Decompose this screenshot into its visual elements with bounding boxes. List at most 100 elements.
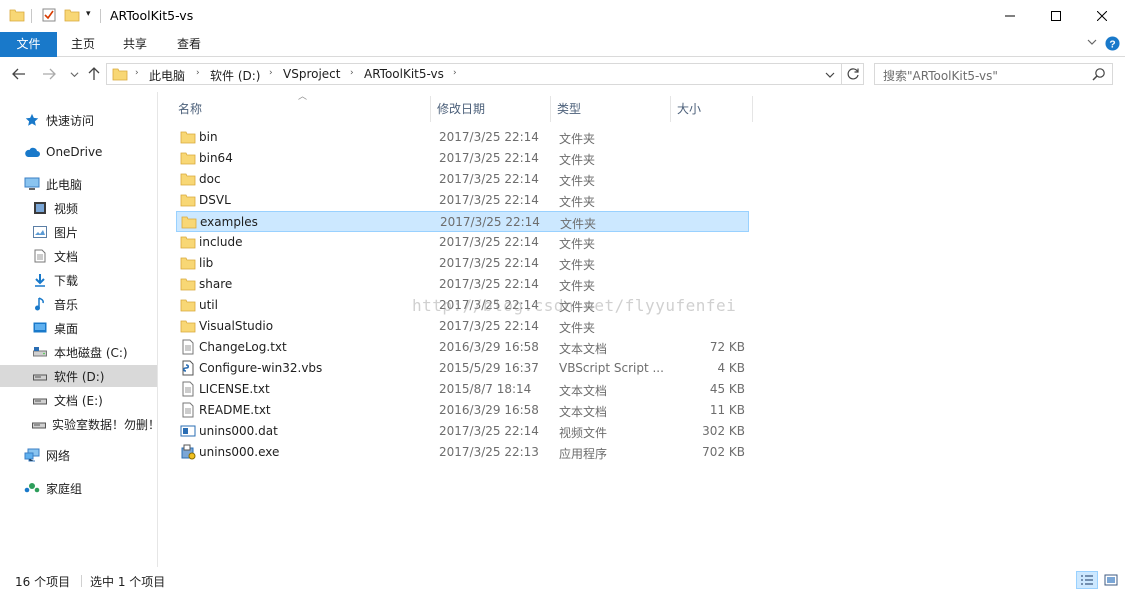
star-icon [24,112,40,128]
expand-ribbon-icon[interactable] [1087,37,1097,50]
file-row[interactable]: ChangeLog.txt 2016/3/29 16:58 文本文档 72 KB [176,337,749,358]
drive-icon [32,392,48,408]
up-button[interactable] [86,66,102,82]
file-row[interactable]: DSVL 2017/3/25 22:14 文件夹 [176,190,749,211]
file-date: 2017/3/25 22:14 [439,130,539,144]
text-file-icon [180,402,196,418]
refresh-button[interactable] [846,67,860,84]
folder-icon [180,297,196,313]
breadcrumb-chevron-icon[interactable]: › [196,68,200,78]
maximize-button[interactable] [1033,0,1079,32]
breadcrumb-chevron-icon[interactable]: › [350,68,354,78]
nav-desktop[interactable]: 桌面 [0,317,157,339]
details-view-button[interactable] [1076,571,1098,589]
search-icon[interactable] [1092,67,1106,84]
tab-home[interactable]: 主页 [57,32,109,57]
nav-label: 桌面 [54,321,79,336]
document-icon [32,248,48,264]
large-icons-view-button[interactable] [1100,571,1122,589]
column-header-size[interactable]: 大小 [671,96,753,122]
nav-documents[interactable]: 文档 [0,245,157,267]
new-folder-icon[interactable] [64,7,80,26]
file-row[interactable]: doc 2017/3/25 22:14 文件夹 [176,169,749,190]
file-row[interactable]: unins000.exe 2017/3/25 22:13 应用程序 702 KB [176,442,749,463]
nav-drive-d[interactable]: 软件 (D:) [0,365,157,387]
nav-label: 视频 [54,201,79,216]
desktop-icon [32,320,48,336]
tab-view[interactable]: 查看 [161,32,217,57]
file-date: 2017/3/25 22:14 [439,256,539,270]
nav-downloads[interactable]: 下载 [0,269,157,291]
nav-lab-data-drive[interactable]: 实验室数据！勿删！ [0,413,160,435]
file-row[interactable]: lib 2017/3/25 22:14 文件夹 [176,253,749,274]
breadcrumb-chevron-icon[interactable]: › [453,68,457,78]
window-title: ARToolKit5-vs [110,8,194,23]
breadcrumb-chevron-icon[interactable]: › [269,68,273,78]
file-name: share [199,277,233,291]
column-header-date[interactable]: 修改日期 [431,96,551,122]
nav-onedrive[interactable]: OneDrive [0,141,157,163]
breadcrumb-artoolkit[interactable]: ARToolKit5-vs [364,67,444,81]
file-size: 45 KB [709,382,745,396]
file-name: examples [200,215,258,229]
file-name: README.txt [199,403,271,417]
forward-arrow-icon [43,68,56,80]
search-input[interactable]: 搜索"ARToolKit5-vs" [874,63,1113,85]
breadcrumb-drive-d[interactable]: 软件 (D:) [210,67,260,84]
file-row[interactable]: LICENSE.txt 2015/8/7 18:14 文本文档 45 KB [176,379,749,400]
file-row[interactable]: include 2017/3/25 22:14 文件夹 [176,232,749,253]
folder-icon [180,276,196,292]
nav-label: 图片 [54,225,79,240]
nav-network[interactable]: 网络 [0,444,157,466]
file-type: 文件夹 [559,279,596,293]
breadcrumb-chevron-icon[interactable]: › [135,68,139,78]
file-row[interactable]: bin64 2017/3/25 22:14 文件夹 [176,148,749,169]
customize-toolbar-icon[interactable]: ▾ [86,9,91,19]
forward-button[interactable] [41,66,57,82]
minimize-button[interactable] [987,0,1033,32]
close-button[interactable] [1079,0,1125,32]
file-type: 文本文档 [559,384,608,398]
file-row[interactable]: README.txt 2016/3/29 16:58 文本文档 11 KB [176,400,749,421]
nav-this-pc[interactable]: 此电脑 [0,173,157,195]
nav-videos[interactable]: 视频 [0,197,157,219]
maximize-icon [1051,11,1061,21]
navigation-pane: 快速访问 OneDrive 此电脑 视频 图片 文档 下载 音乐 桌面 本地磁盘… [0,92,160,567]
nav-quick-access[interactable]: 快速访问 [0,109,157,131]
tab-file[interactable]: 文件 [0,32,57,57]
breadcrumb-vsproject[interactable]: VSproject [283,67,340,81]
file-row[interactable]: Configure-win32.vbs 2015/5/29 16:37 VBScri… [176,358,749,379]
file-list: 名称 修改日期 类型 大小 bin 2017/3/25 22:14 文件夹 bin64… [172,92,1125,567]
file-date: 2017/3/25 22:14 [439,424,539,438]
recent-locations-button[interactable] [66,66,82,82]
file-name: DSVL [199,193,231,207]
nav-drive-c[interactable]: 本地磁盘 (C:) [0,341,157,363]
toolbar-separator [100,9,101,23]
address-history-dropdown[interactable] [825,69,835,83]
nav-pictures[interactable]: 图片 [0,221,157,243]
nav-homegroup[interactable]: 家庭组 [0,477,157,499]
file-type: VBScript Script ... [559,361,664,375]
file-row[interactable]: examples 2017/3/25 22:14 文件夹 [176,211,749,232]
file-row[interactable]: unins000.dat 2017/3/25 22:14 视频文件 302 KB [176,421,749,442]
nav-label: 下载 [54,273,79,288]
column-header-type[interactable]: 类型 [551,96,671,122]
file-row[interactable]: share 2017/3/25 22:14 文件夹 [176,274,749,295]
back-button[interactable] [11,66,27,82]
help-icon[interactable]: ? [1105,36,1120,54]
tab-share[interactable]: 共享 [109,32,161,57]
breadcrumb-this-pc[interactable]: 此电脑 [149,67,185,84]
nav-music[interactable]: 音乐 [0,293,157,315]
nav-drive-e[interactable]: 文档 (E:) [0,389,157,411]
address-bar[interactable]: › 此电脑 › 软件 (D:) › VSproject › ARToolKit5… [106,63,864,85]
file-row[interactable]: bin 2017/3/25 22:14 文件夹 [176,127,749,148]
folder-icon [180,129,196,145]
file-name: unins000.dat [199,424,278,438]
file-row[interactable]: VisualStudio 2017/3/25 22:14 文件夹 [176,316,749,337]
properties-icon[interactable] [41,7,57,26]
file-type: 文本文档 [559,405,608,419]
file-name: doc [199,172,221,186]
file-date: 2016/3/29 16:58 [439,403,539,417]
file-date: 2017/3/25 22:14 [439,172,539,186]
file-name: include [199,235,243,249]
